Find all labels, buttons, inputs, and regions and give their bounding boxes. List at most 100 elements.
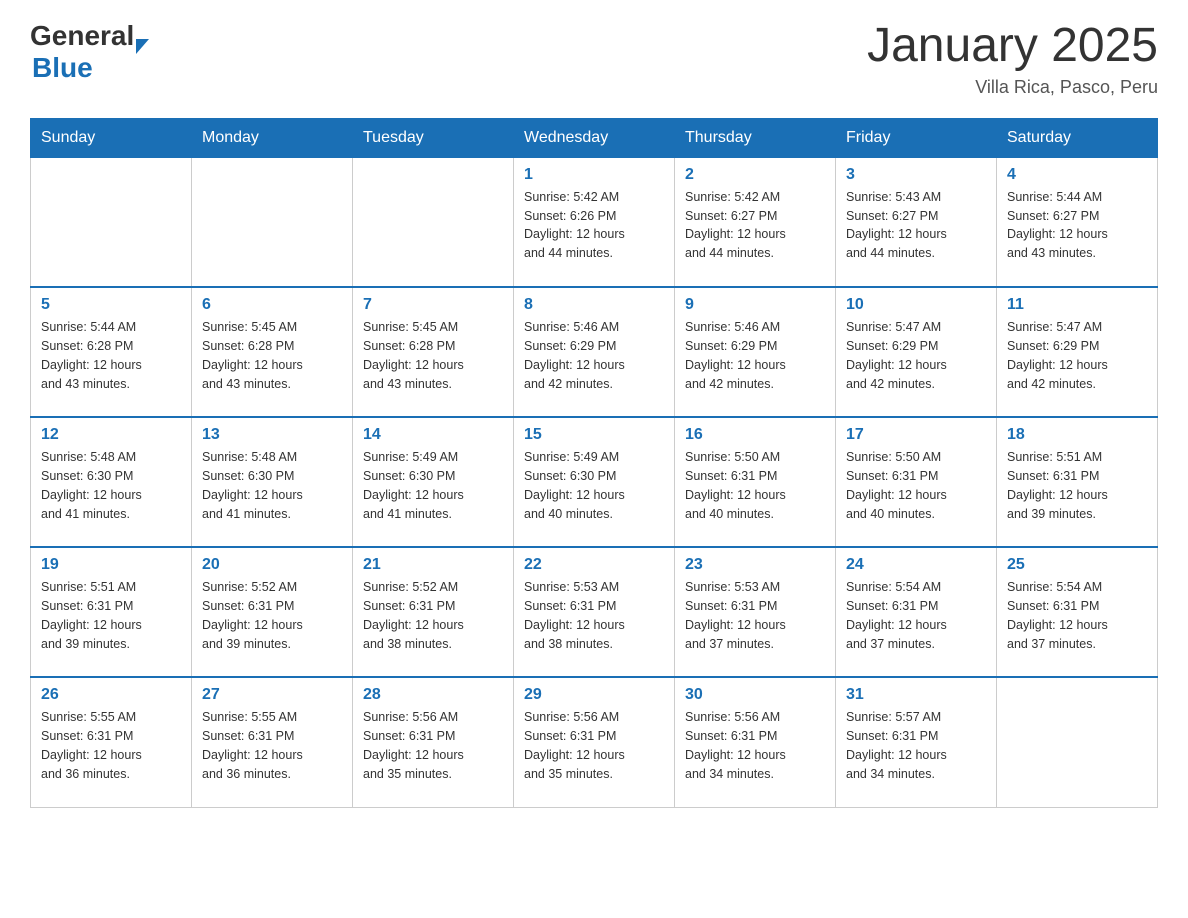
day-number: 16 bbox=[685, 426, 825, 444]
day-number: 3 bbox=[846, 166, 986, 184]
days-header-row: SundayMondayTuesdayWednesdayThursdayFrid… bbox=[31, 118, 1158, 157]
logo: General Blue bbox=[30, 20, 149, 84]
calendar-cell: 1Sunrise: 5:42 AMSunset: 6:26 PMDaylight… bbox=[514, 157, 675, 287]
day-number: 7 bbox=[363, 296, 503, 314]
day-of-week-header: Sunday bbox=[31, 118, 192, 157]
day-info: Sunrise: 5:56 AMSunset: 6:31 PMDaylight:… bbox=[363, 708, 503, 783]
calendar-week-row: 19Sunrise: 5:51 AMSunset: 6:31 PMDayligh… bbox=[31, 547, 1158, 677]
calendar-cell bbox=[192, 157, 353, 287]
calendar-cell: 21Sunrise: 5:52 AMSunset: 6:31 PMDayligh… bbox=[353, 547, 514, 677]
calendar-table: SundayMondayTuesdayWednesdayThursdayFrid… bbox=[30, 118, 1158, 808]
calendar-week-row: 5Sunrise: 5:44 AMSunset: 6:28 PMDaylight… bbox=[31, 287, 1158, 417]
day-number: 14 bbox=[363, 426, 503, 444]
calendar-cell: 22 Sunrise: 5:53 AMSunset: 6:31 PMDayligh… bbox=[514, 547, 675, 677]
calendar-cell: 4 Sunrise: 5:44 AMSunset: 6:27 PMDaylight… bbox=[997, 157, 1158, 287]
calendar-cell: 23 Sunrise: 5:53 AMSunset: 6:31 PMDayligh… bbox=[675, 547, 836, 677]
day-number: 23 bbox=[685, 556, 825, 574]
day-info: Sunrise: 5:42 AMSunset: 6:27 PMDaylight:… bbox=[685, 188, 825, 263]
calendar-cell: 12 Sunrise: 5:48 AMSunset: 6:30 PMDayligh… bbox=[31, 417, 192, 547]
calendar-cell: 11 Sunrise: 5:47 AMSunset: 6:29 PMDayligh… bbox=[997, 287, 1158, 417]
day-number: 8 bbox=[524, 296, 664, 314]
title-section: January 2025 Villa Rica, Pasco, Peru bbox=[867, 20, 1158, 98]
calendar-cell: 31 Sunrise: 5:57 AMSunset: 6:31 PMDayligh… bbox=[836, 677, 997, 807]
day-info: Sunrise: 5:55 AMSunset: 6:31 PMDaylight:… bbox=[41, 708, 181, 783]
day-number: 24 bbox=[846, 556, 986, 574]
calendar-cell: 28 Sunrise: 5:56 AMSunset: 6:31 PMDayligh… bbox=[353, 677, 514, 807]
day-info: Sunrise: 5:52 AMSunset: 6:31 PMDaylight:… bbox=[202, 578, 342, 653]
day-info: Sunrise: 5:53 AMSunset: 6:31 PMDaylight:… bbox=[524, 578, 664, 653]
day-number: 10 bbox=[846, 296, 986, 314]
day-number: 27 bbox=[202, 686, 342, 704]
day-number: 11 bbox=[1007, 296, 1147, 314]
day-of-week-header: Friday bbox=[836, 118, 997, 157]
calendar-week-row: 12 Sunrise: 5:48 AMSunset: 6:30 PMDayligh… bbox=[31, 417, 1158, 547]
day-info: Sunrise: 5:56 AMSunset: 6:31 PMDaylight:… bbox=[685, 708, 825, 783]
day-info: Sunrise: 5:49 AMSunset: 6:30 PMDaylight:… bbox=[363, 448, 503, 523]
day-number: 26 bbox=[41, 686, 181, 704]
calendar-cell: 10 Sunrise: 5:47 AMSunset: 6:29 PMDayligh… bbox=[836, 287, 997, 417]
calendar-cell: 16 Sunrise: 5:50 AMSunset: 6:31 PMDayligh… bbox=[675, 417, 836, 547]
day-number: 17 bbox=[846, 426, 986, 444]
calendar-cell: 24 Sunrise: 5:54 AMSunset: 6:31 PMDayligh… bbox=[836, 547, 997, 677]
day-of-week-header: Monday bbox=[192, 118, 353, 157]
day-info: Sunrise: 5:48 AMSunset: 6:30 PMDaylight:… bbox=[41, 448, 181, 523]
calendar-cell: 27Sunrise: 5:55 AMSunset: 6:31 PMDayligh… bbox=[192, 677, 353, 807]
calendar-cell: 8 Sunrise: 5:46 AMSunset: 6:29 PMDaylight… bbox=[514, 287, 675, 417]
logo-blue: Blue bbox=[32, 52, 93, 84]
calendar-cell: 9 Sunrise: 5:46 AMSunset: 6:29 PMDaylight… bbox=[675, 287, 836, 417]
day-info: Sunrise: 5:43 AMSunset: 6:27 PMDaylight:… bbox=[846, 188, 986, 263]
day-number: 6 bbox=[202, 296, 342, 314]
day-of-week-header: Saturday bbox=[997, 118, 1158, 157]
calendar-cell: 17 Sunrise: 5:50 AMSunset: 6:31 PMDayligh… bbox=[836, 417, 997, 547]
page-header: General Blue January 2025 Villa Rica, Pa… bbox=[30, 20, 1158, 98]
day-number: 29 bbox=[524, 686, 664, 704]
day-number: 9 bbox=[685, 296, 825, 314]
day-info: Sunrise: 5:50 AMSunset: 6:31 PMDaylight:… bbox=[846, 448, 986, 523]
calendar-title: January 2025 bbox=[867, 20, 1158, 73]
calendar-cell bbox=[997, 677, 1158, 807]
calendar-cell: 15 Sunrise: 5:49 AMSunset: 6:30 PMDayligh… bbox=[514, 417, 675, 547]
day-info: Sunrise: 5:45 AMSunset: 6:28 PMDaylight:… bbox=[202, 318, 342, 393]
day-number: 2 bbox=[685, 166, 825, 184]
day-info: Sunrise: 5:46 AMSunset: 6:29 PMDaylight:… bbox=[685, 318, 825, 393]
calendar-cell: 5Sunrise: 5:44 AMSunset: 6:28 PMDaylight… bbox=[31, 287, 192, 417]
calendar-cell bbox=[353, 157, 514, 287]
day-info: Sunrise: 5:50 AMSunset: 6:31 PMDaylight:… bbox=[685, 448, 825, 523]
calendar-cell: 26 Sunrise: 5:55 AMSunset: 6:31 PMDayligh… bbox=[31, 677, 192, 807]
day-info: Sunrise: 5:57 AMSunset: 6:31 PMDaylight:… bbox=[846, 708, 986, 783]
day-number: 22 bbox=[524, 556, 664, 574]
day-number: 18 bbox=[1007, 426, 1147, 444]
day-info: Sunrise: 5:44 AMSunset: 6:27 PMDaylight:… bbox=[1007, 188, 1147, 263]
day-info: Sunrise: 5:51 AMSunset: 6:31 PMDaylight:… bbox=[1007, 448, 1147, 523]
day-info: Sunrise: 5:52 AMSunset: 6:31 PMDaylight:… bbox=[363, 578, 503, 653]
day-number: 4 bbox=[1007, 166, 1147, 184]
day-number: 19 bbox=[41, 556, 181, 574]
day-number: 25 bbox=[1007, 556, 1147, 574]
day-number: 15 bbox=[524, 426, 664, 444]
day-info: Sunrise: 5:46 AMSunset: 6:29 PMDaylight:… bbox=[524, 318, 664, 393]
day-info: Sunrise: 5:47 AMSunset: 6:29 PMDaylight:… bbox=[846, 318, 986, 393]
day-info: Sunrise: 5:44 AMSunset: 6:28 PMDaylight:… bbox=[41, 318, 181, 393]
day-info: Sunrise: 5:53 AMSunset: 6:31 PMDaylight:… bbox=[685, 578, 825, 653]
day-number: 30 bbox=[685, 686, 825, 704]
calendar-cell: 13Sunrise: 5:48 AMSunset: 6:30 PMDayligh… bbox=[192, 417, 353, 547]
day-number: 12 bbox=[41, 426, 181, 444]
day-info: Sunrise: 5:54 AMSunset: 6:31 PMDaylight:… bbox=[846, 578, 986, 653]
day-number: 31 bbox=[846, 686, 986, 704]
calendar-cell: 2 Sunrise: 5:42 AMSunset: 6:27 PMDaylight… bbox=[675, 157, 836, 287]
logo-general: General bbox=[30, 20, 134, 52]
calendar-cell bbox=[31, 157, 192, 287]
day-info: Sunrise: 5:47 AMSunset: 6:29 PMDaylight:… bbox=[1007, 318, 1147, 393]
day-info: Sunrise: 5:49 AMSunset: 6:30 PMDaylight:… bbox=[524, 448, 664, 523]
calendar-cell: 20 Sunrise: 5:52 AMSunset: 6:31 PMDayligh… bbox=[192, 547, 353, 677]
day-info: Sunrise: 5:56 AMSunset: 6:31 PMDaylight:… bbox=[524, 708, 664, 783]
calendar-cell: 18 Sunrise: 5:51 AMSunset: 6:31 PMDayligh… bbox=[997, 417, 1158, 547]
day-info: Sunrise: 5:45 AMSunset: 6:28 PMDaylight:… bbox=[363, 318, 503, 393]
calendar-cell: 3 Sunrise: 5:43 AMSunset: 6:27 PMDaylight… bbox=[836, 157, 997, 287]
day-number: 1 bbox=[524, 166, 664, 184]
calendar-cell: 29 Sunrise: 5:56 AMSunset: 6:31 PMDayligh… bbox=[514, 677, 675, 807]
day-number: 20 bbox=[202, 556, 342, 574]
day-number: 28 bbox=[363, 686, 503, 704]
day-of-week-header: Thursday bbox=[675, 118, 836, 157]
calendar-week-row: 26 Sunrise: 5:55 AMSunset: 6:31 PMDayligh… bbox=[31, 677, 1158, 807]
